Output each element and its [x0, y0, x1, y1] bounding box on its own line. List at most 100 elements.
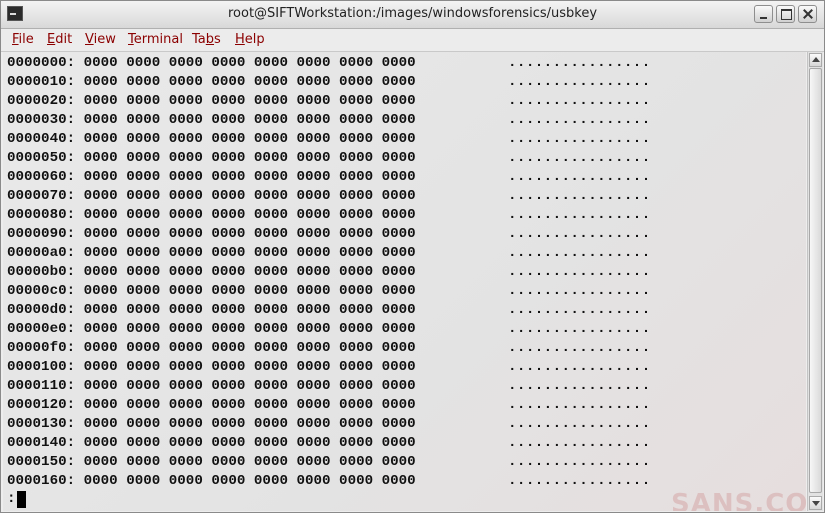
hex-ascii: ................ — [508, 188, 651, 204]
hex-bytes: 0000 0000 0000 0000 0000 0000 0000 0000 — [83, 112, 416, 128]
scroll-up-button[interactable] — [809, 53, 822, 67]
hex-bytes: 0000 0000 0000 0000 0000 0000 0000 0000 — [83, 454, 416, 470]
hex-bytes: 0000 0000 0000 0000 0000 0000 0000 0000 — [83, 226, 416, 242]
hex-offset: 00000c0: — [7, 283, 76, 299]
maximize-button[interactable] — [776, 5, 795, 23]
hexdump-row: 0000020: 0000 0000 0000 0000 0000 0000 0… — [7, 92, 416, 111]
hex-offset: 0000160: — [7, 473, 76, 489]
menu-label: Ta — [192, 32, 206, 47]
hex-ascii: ................ — [508, 416, 651, 432]
hex-bytes: 0000 0000 0000 0000 0000 0000 0000 0000 — [83, 131, 416, 147]
menu-mnemonic: V — [85, 32, 94, 47]
hex-offset: 00000f0: — [7, 340, 76, 356]
hexdump-row: 0000150: 0000 0000 0000 0000 0000 0000 0… — [7, 453, 416, 472]
hex-offset: 0000040: — [7, 131, 76, 147]
hex-ascii: ................ — [508, 321, 651, 337]
hexdump-row: 00000a0: 0000 0000 0000 0000 0000 0000 0… — [7, 244, 416, 263]
hex-offset: 0000090: — [7, 226, 76, 242]
hex-offset: 0000070: — [7, 188, 76, 204]
hex-ascii: ................ — [508, 340, 651, 356]
menu-help[interactable]: Help — [235, 32, 265, 47]
menu-label: elp — [244, 32, 265, 47]
hex-ascii: ................ — [508, 245, 651, 261]
menu-bar: File Edit View Terminal Tabs Help — [1, 29, 824, 52]
hex-ascii: ................ — [508, 264, 651, 280]
hex-bytes: 0000 0000 0000 0000 0000 0000 0000 0000 — [83, 340, 416, 356]
hex-ascii: ................ — [508, 359, 651, 375]
hex-ascii: ................ — [508, 55, 651, 71]
hex-bytes: 0000 0000 0000 0000 0000 0000 0000 0000 — [83, 397, 416, 413]
hexdump-row: 0000040: 0000 0000 0000 0000 0000 0000 0… — [7, 130, 416, 149]
hexdump-row: 0000070: 0000 0000 0000 0000 0000 0000 0… — [7, 187, 416, 206]
hexdump-row: 0000050: 0000 0000 0000 0000 0000 0000 0… — [7, 149, 416, 168]
vertical-scrollbar[interactable] — [807, 52, 823, 511]
hex-bytes: 0000 0000 0000 0000 0000 0000 0000 0000 — [83, 435, 416, 451]
hex-ascii: ................ — [508, 454, 651, 470]
terminal-window: root@SIFTWorkstation:/images/windowsfore… — [0, 0, 825, 513]
hex-offset: 0000100: — [7, 359, 76, 375]
hex-bytes: 0000 0000 0000 0000 0000 0000 0000 0000 — [83, 188, 416, 204]
hex-ascii: ................ — [508, 74, 651, 90]
hex-ascii: ................ — [508, 302, 651, 318]
scrollbar-thumb[interactable] — [809, 68, 822, 493]
hexdump-row: 0000030: 0000 0000 0000 0000 0000 0000 0… — [7, 111, 416, 130]
command-prompt: : — [7, 491, 16, 507]
menu-mnemonic: H — [235, 32, 245, 47]
background-watermark: SANS.CO — [671, 489, 806, 511]
menu-label: s — [214, 32, 221, 47]
hex-offset: 0000060: — [7, 169, 76, 185]
menu-tabs[interactable]: Tabs — [192, 32, 221, 47]
hexdump-row: 00000f0: 0000 0000 0000 0000 0000 0000 0… — [7, 339, 416, 358]
hex-bytes: 0000 0000 0000 0000 0000 0000 0000 0000 — [83, 359, 416, 375]
hex-bytes: 0000 0000 0000 0000 0000 0000 0000 0000 — [83, 150, 416, 166]
menu-view[interactable]: View — [85, 32, 116, 47]
hex-bytes: 0000 0000 0000 0000 0000 0000 0000 0000 — [83, 302, 416, 318]
hex-offset: 0000050: — [7, 150, 76, 166]
menu-mnemonic: E — [47, 32, 56, 47]
hex-ascii: ................ — [508, 207, 651, 223]
window-title: root@SIFTWorkstation:/images/windowsfore… — [227, 6, 598, 21]
hex-ascii: ................ — [508, 473, 651, 489]
minimize-button[interactable] — [754, 5, 773, 23]
hex-ascii: ................ — [508, 112, 651, 128]
hexdump-row: 0000130: 0000 0000 0000 0000 0000 0000 0… — [7, 415, 416, 434]
hex-offset: 0000000: — [7, 55, 76, 71]
hex-bytes: 0000 0000 0000 0000 0000 0000 0000 0000 — [83, 169, 416, 185]
menu-label: ile — [18, 32, 34, 47]
hex-offset: 0000120: — [7, 397, 76, 413]
hex-bytes: 0000 0000 0000 0000 0000 0000 0000 0000 — [83, 283, 416, 299]
hexdump-row: 0000160: 0000 0000 0000 0000 0000 0000 0… — [7, 472, 416, 491]
menu-file[interactable]: File — [12, 32, 34, 47]
hex-offset: 0000130: — [7, 416, 76, 432]
hexdump-row: 0000080: 0000 0000 0000 0000 0000 0000 0… — [7, 206, 416, 225]
hex-offset: 0000150: — [7, 454, 76, 470]
hex-offset: 0000010: — [7, 74, 76, 90]
hexdump-row: 00000c0: 0000 0000 0000 0000 0000 0000 0… — [7, 282, 416, 301]
hexdump-row: 0000120: 0000 0000 0000 0000 0000 0000 0… — [7, 396, 416, 415]
hex-bytes: 0000 0000 0000 0000 0000 0000 0000 0000 — [83, 93, 416, 109]
hex-ascii: ................ — [508, 226, 651, 242]
hex-ascii: ................ — [508, 397, 651, 413]
hex-ascii: ................ — [508, 150, 651, 166]
hex-bytes: 0000 0000 0000 0000 0000 0000 0000 0000 — [83, 264, 416, 280]
hex-ascii: ................ — [508, 131, 651, 147]
text-cursor — [17, 491, 26, 508]
terminal-output[interactable]: SANS.CO : 0000000: 0000 0000 0000 0000 0… — [3, 52, 806, 511]
menu-terminal[interactable]: Terminal — [128, 32, 183, 47]
close-button[interactable] — [798, 5, 817, 23]
hex-offset: 0000140: — [7, 435, 76, 451]
menu-label: iew — [93, 32, 116, 47]
menu-edit[interactable]: Edit — [47, 32, 72, 47]
hexdump-row: 0000060: 0000 0000 0000 0000 0000 0000 0… — [7, 168, 416, 187]
hex-bytes: 0000 0000 0000 0000 0000 0000 0000 0000 — [83, 245, 416, 261]
hex-ascii: ................ — [508, 93, 651, 109]
scroll-down-button[interactable] — [809, 496, 822, 510]
hexdump-row: 00000b0: 0000 0000 0000 0000 0000 0000 0… — [7, 263, 416, 282]
hex-offset: 00000b0: — [7, 264, 76, 280]
hex-ascii: ................ — [508, 378, 651, 394]
title-bar[interactable]: root@SIFTWorkstation:/images/windowsfore… — [1, 1, 824, 29]
hexdump-row: 0000100: 0000 0000 0000 0000 0000 0000 0… — [7, 358, 416, 377]
hex-bytes: 0000 0000 0000 0000 0000 0000 0000 0000 — [83, 207, 416, 223]
hex-bytes: 0000 0000 0000 0000 0000 0000 0000 0000 — [83, 378, 416, 394]
menu-label: dit — [55, 32, 73, 47]
